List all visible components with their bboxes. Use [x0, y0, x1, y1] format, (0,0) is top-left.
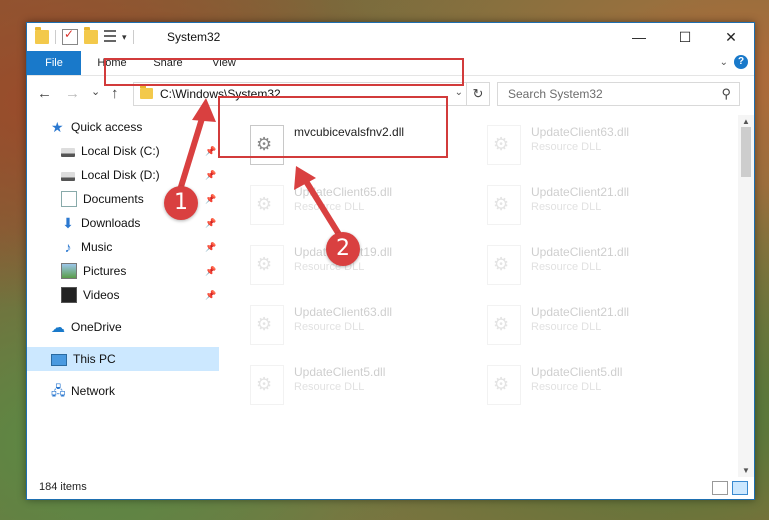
- arrow-1-shaft: [177, 111, 207, 191]
- arrow-2-shaft: [301, 176, 343, 238]
- callout-2: 2: [326, 232, 360, 266]
- callout-1: 1: [164, 186, 198, 220]
- annotation-arrows: [177, 98, 343, 238]
- arrow-1-head: [192, 98, 216, 122]
